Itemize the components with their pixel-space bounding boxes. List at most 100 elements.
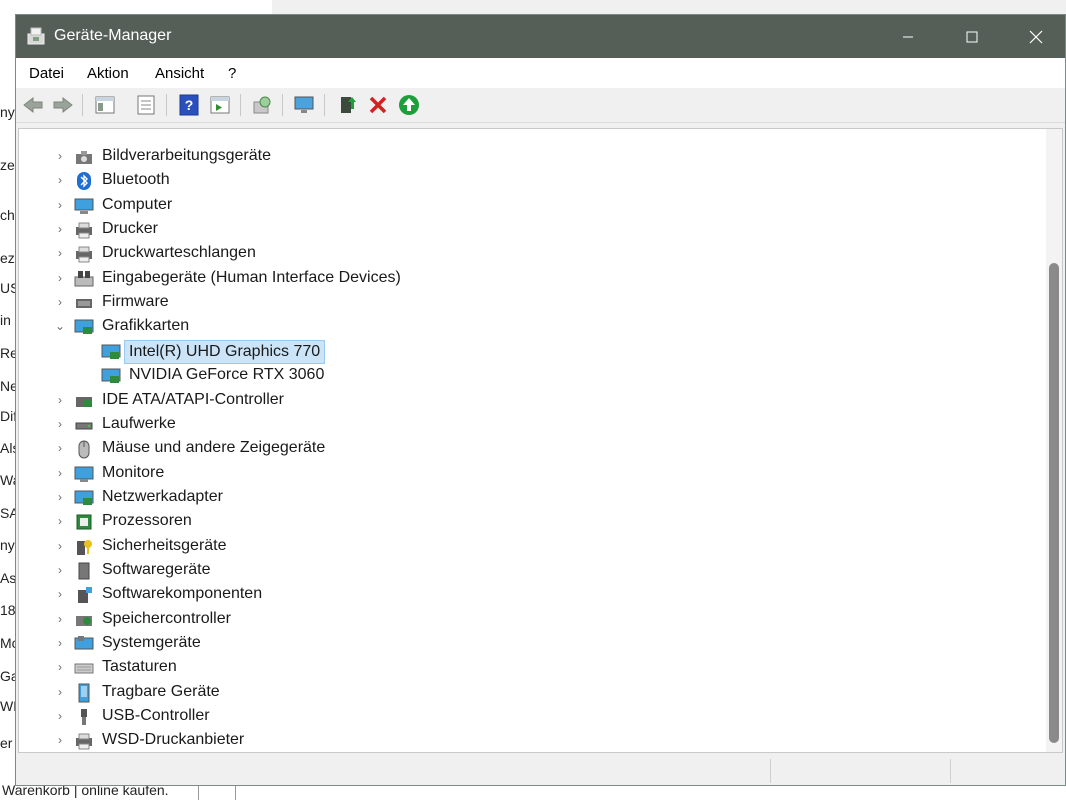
title-bar[interactable]: Geräte-Manager — [16, 15, 1065, 58]
forward-icon[interactable] — [52, 94, 74, 116]
disk-drive-icon — [75, 422, 93, 430]
expand-chevron-icon[interactable]: › — [54, 586, 66, 602]
background-window-bottom: Warenkorb | online kaufen. — [0, 782, 1066, 800]
expand-chevron-icon[interactable]: › — [54, 221, 66, 237]
scrollbar-thumb[interactable] — [1049, 263, 1059, 743]
expand-chevron-icon[interactable]: › — [54, 684, 66, 700]
expand-chevron-icon[interactable]: › — [54, 392, 66, 408]
tree-category-item[interactable]: › Softwaregeräte — [19, 559, 1039, 583]
tree-category-item[interactable]: › Mäuse und andere Zeigegeräte — [19, 437, 1039, 461]
tree-item-label: Softwaregeräte — [102, 561, 211, 578]
properties-icon[interactable] — [135, 94, 157, 116]
tree-category-item[interactable]: › Drucker — [19, 218, 1039, 242]
back-icon[interactable] — [22, 94, 44, 116]
expand-chevron-icon[interactable]: › — [54, 562, 66, 578]
action-pane-icon[interactable] — [209, 94, 231, 116]
expand-chevron-icon[interactable]: › — [54, 489, 66, 505]
background-text-fragment: 18 — [0, 602, 16, 618]
expand-chevron-icon[interactable]: › — [54, 635, 66, 651]
collapse-chevron-icon[interactable]: ⌄ — [54, 318, 66, 334]
tree-category-item[interactable]: › Firmware — [19, 291, 1039, 315]
background-text-fragment: in — [0, 312, 11, 328]
background-text-fragment: WD — [0, 698, 16, 714]
help-icon[interactable]: ? — [178, 94, 200, 116]
background-window-left: ny ze ch eze US in Rev Ne Dif Als Wai SA ny Ast 18 Mc Ga… — [0, 14, 16, 800]
expand-chevron-icon[interactable]: › — [54, 172, 66, 188]
scan-hardware-icon[interactable] — [251, 94, 273, 116]
tree-category-item[interactable]: › WSD-Druckanbieter — [19, 729, 1039, 752]
expand-chevron-icon[interactable]: › — [54, 148, 66, 164]
show-hide-console-tree-icon[interactable] — [94, 94, 116, 116]
tree-device-item[interactable]: Intel(R) UHD Graphics 770 — [19, 340, 1039, 364]
tree-category-item[interactable]: ⌄ Grafikkarten — [19, 315, 1039, 339]
background-text-fragment: ze — [0, 157, 15, 173]
toolbar: ? — [16, 88, 1065, 123]
device-manager-window: Geräte-Manager Datei Aktion Ansicht ? ? … — [15, 14, 1066, 786]
tree-category-item[interactable]: › Bluetooth — [19, 169, 1039, 193]
menu-datei[interactable]: Datei — [29, 65, 64, 82]
camera-icon — [76, 151, 92, 164]
tree-item-label: Druckwarteschlangen — [102, 244, 256, 261]
expand-chevron-icon[interactable]: › — [54, 197, 66, 213]
background-divider — [198, 784, 199, 800]
tree-category-item[interactable]: › Computer — [19, 194, 1039, 218]
expand-chevron-icon[interactable]: › — [54, 270, 66, 286]
expand-chevron-icon[interactable]: › — [54, 538, 66, 554]
tree-device-item[interactable]: NVIDIA GeForce RTX 3060 — [19, 364, 1039, 388]
expand-chevron-icon[interactable]: › — [54, 294, 66, 310]
tree-category-item[interactable]: › IDE ATA/ATAPI-Controller — [19, 389, 1039, 413]
enable-device-icon[interactable] — [398, 94, 420, 116]
tree-category-item[interactable]: › Prozessoren — [19, 510, 1039, 534]
tree-item-label: Monitore — [102, 464, 165, 481]
tree-category-item[interactable]: › Speichercontroller — [19, 608, 1039, 632]
expand-chevron-icon[interactable]: › — [54, 440, 66, 456]
toolbar-separator — [324, 94, 325, 116]
background-text-fragment: Ast — [0, 570, 16, 586]
expand-chevron-icon[interactable]: › — [54, 245, 66, 261]
tree-category-item[interactable]: › Tragbare Geräte — [19, 681, 1039, 705]
mouse-icon — [78, 440, 90, 459]
expand-chevron-icon[interactable]: › — [54, 732, 66, 748]
maximize-button[interactable] — [940, 15, 1004, 58]
uninstall-device-icon[interactable] — [367, 94, 389, 116]
processor-icon — [76, 514, 92, 530]
tree-item-label: NVIDIA GeForce RTX 3060 — [129, 366, 325, 383]
tree-item-label: Eingabegeräte (Human Interface Devices) — [102, 269, 401, 286]
expand-chevron-icon[interactable]: › — [54, 708, 66, 724]
tree-category-item[interactable]: › Bildverarbeitungsgeräte — [19, 145, 1039, 169]
close-button[interactable] — [1004, 15, 1066, 58]
tree-category-item[interactable]: › Netzwerkadapter — [19, 486, 1039, 510]
update-driver-icon[interactable] — [336, 94, 358, 116]
expand-chevron-icon[interactable]: › — [54, 611, 66, 627]
tree-item-label: Tragbare Geräte — [102, 683, 220, 700]
tree-category-item[interactable]: › Eingabegeräte (Human Interface Devices) — [19, 267, 1039, 291]
tree-category-item[interactable]: › Sicherheitsgeräte — [19, 535, 1039, 559]
expand-chevron-icon[interactable]: › — [54, 659, 66, 675]
status-bar-divider — [770, 759, 771, 783]
computer-monitor-icon[interactable] — [293, 94, 315, 116]
close-icon — [1029, 30, 1043, 43]
device-tree[interactable]: › Bildverarbeitungsgeräte › Bluetooth › Compu… — [18, 128, 1063, 753]
toolbar-separator — [240, 94, 241, 116]
tree-category-item[interactable]: › Laufwerke — [19, 413, 1039, 437]
background-text-fragment: er — [0, 735, 13, 751]
tree-item-label: Laufwerke — [102, 415, 176, 432]
minimize-button[interactable] — [876, 15, 940, 58]
tree-item-label: Bluetooth — [102, 171, 170, 188]
tree-item-label: Sicherheitsgeräte — [102, 537, 227, 554]
menu-aktion[interactable]: Aktion — [87, 65, 129, 82]
vertical-scrollbar[interactable] — [1046, 129, 1062, 752]
tree-category-item[interactable]: › Softwarekomponenten — [19, 583, 1039, 607]
tree-category-item[interactable]: › Systemgeräte — [19, 632, 1039, 656]
expand-chevron-icon[interactable]: › — [54, 513, 66, 529]
tree-category-item[interactable]: › Monitore — [19, 462, 1039, 486]
tree-category-item[interactable]: › Druckwarteschlangen — [19, 242, 1039, 266]
menu-help[interactable]: ? — [228, 65, 236, 82]
tree-item-label: Intel(R) UHD Graphics 770 — [124, 340, 326, 364]
expand-chevron-icon[interactable]: › — [54, 416, 66, 432]
menu-ansicht[interactable]: Ansicht — [155, 65, 204, 82]
expand-chevron-icon[interactable]: › — [54, 465, 66, 481]
tree-category-item[interactable]: › Tastaturen — [19, 656, 1039, 680]
tree-category-item[interactable]: › USB-Controller — [19, 705, 1039, 729]
background-text-fragment: Rev — [0, 345, 16, 361]
